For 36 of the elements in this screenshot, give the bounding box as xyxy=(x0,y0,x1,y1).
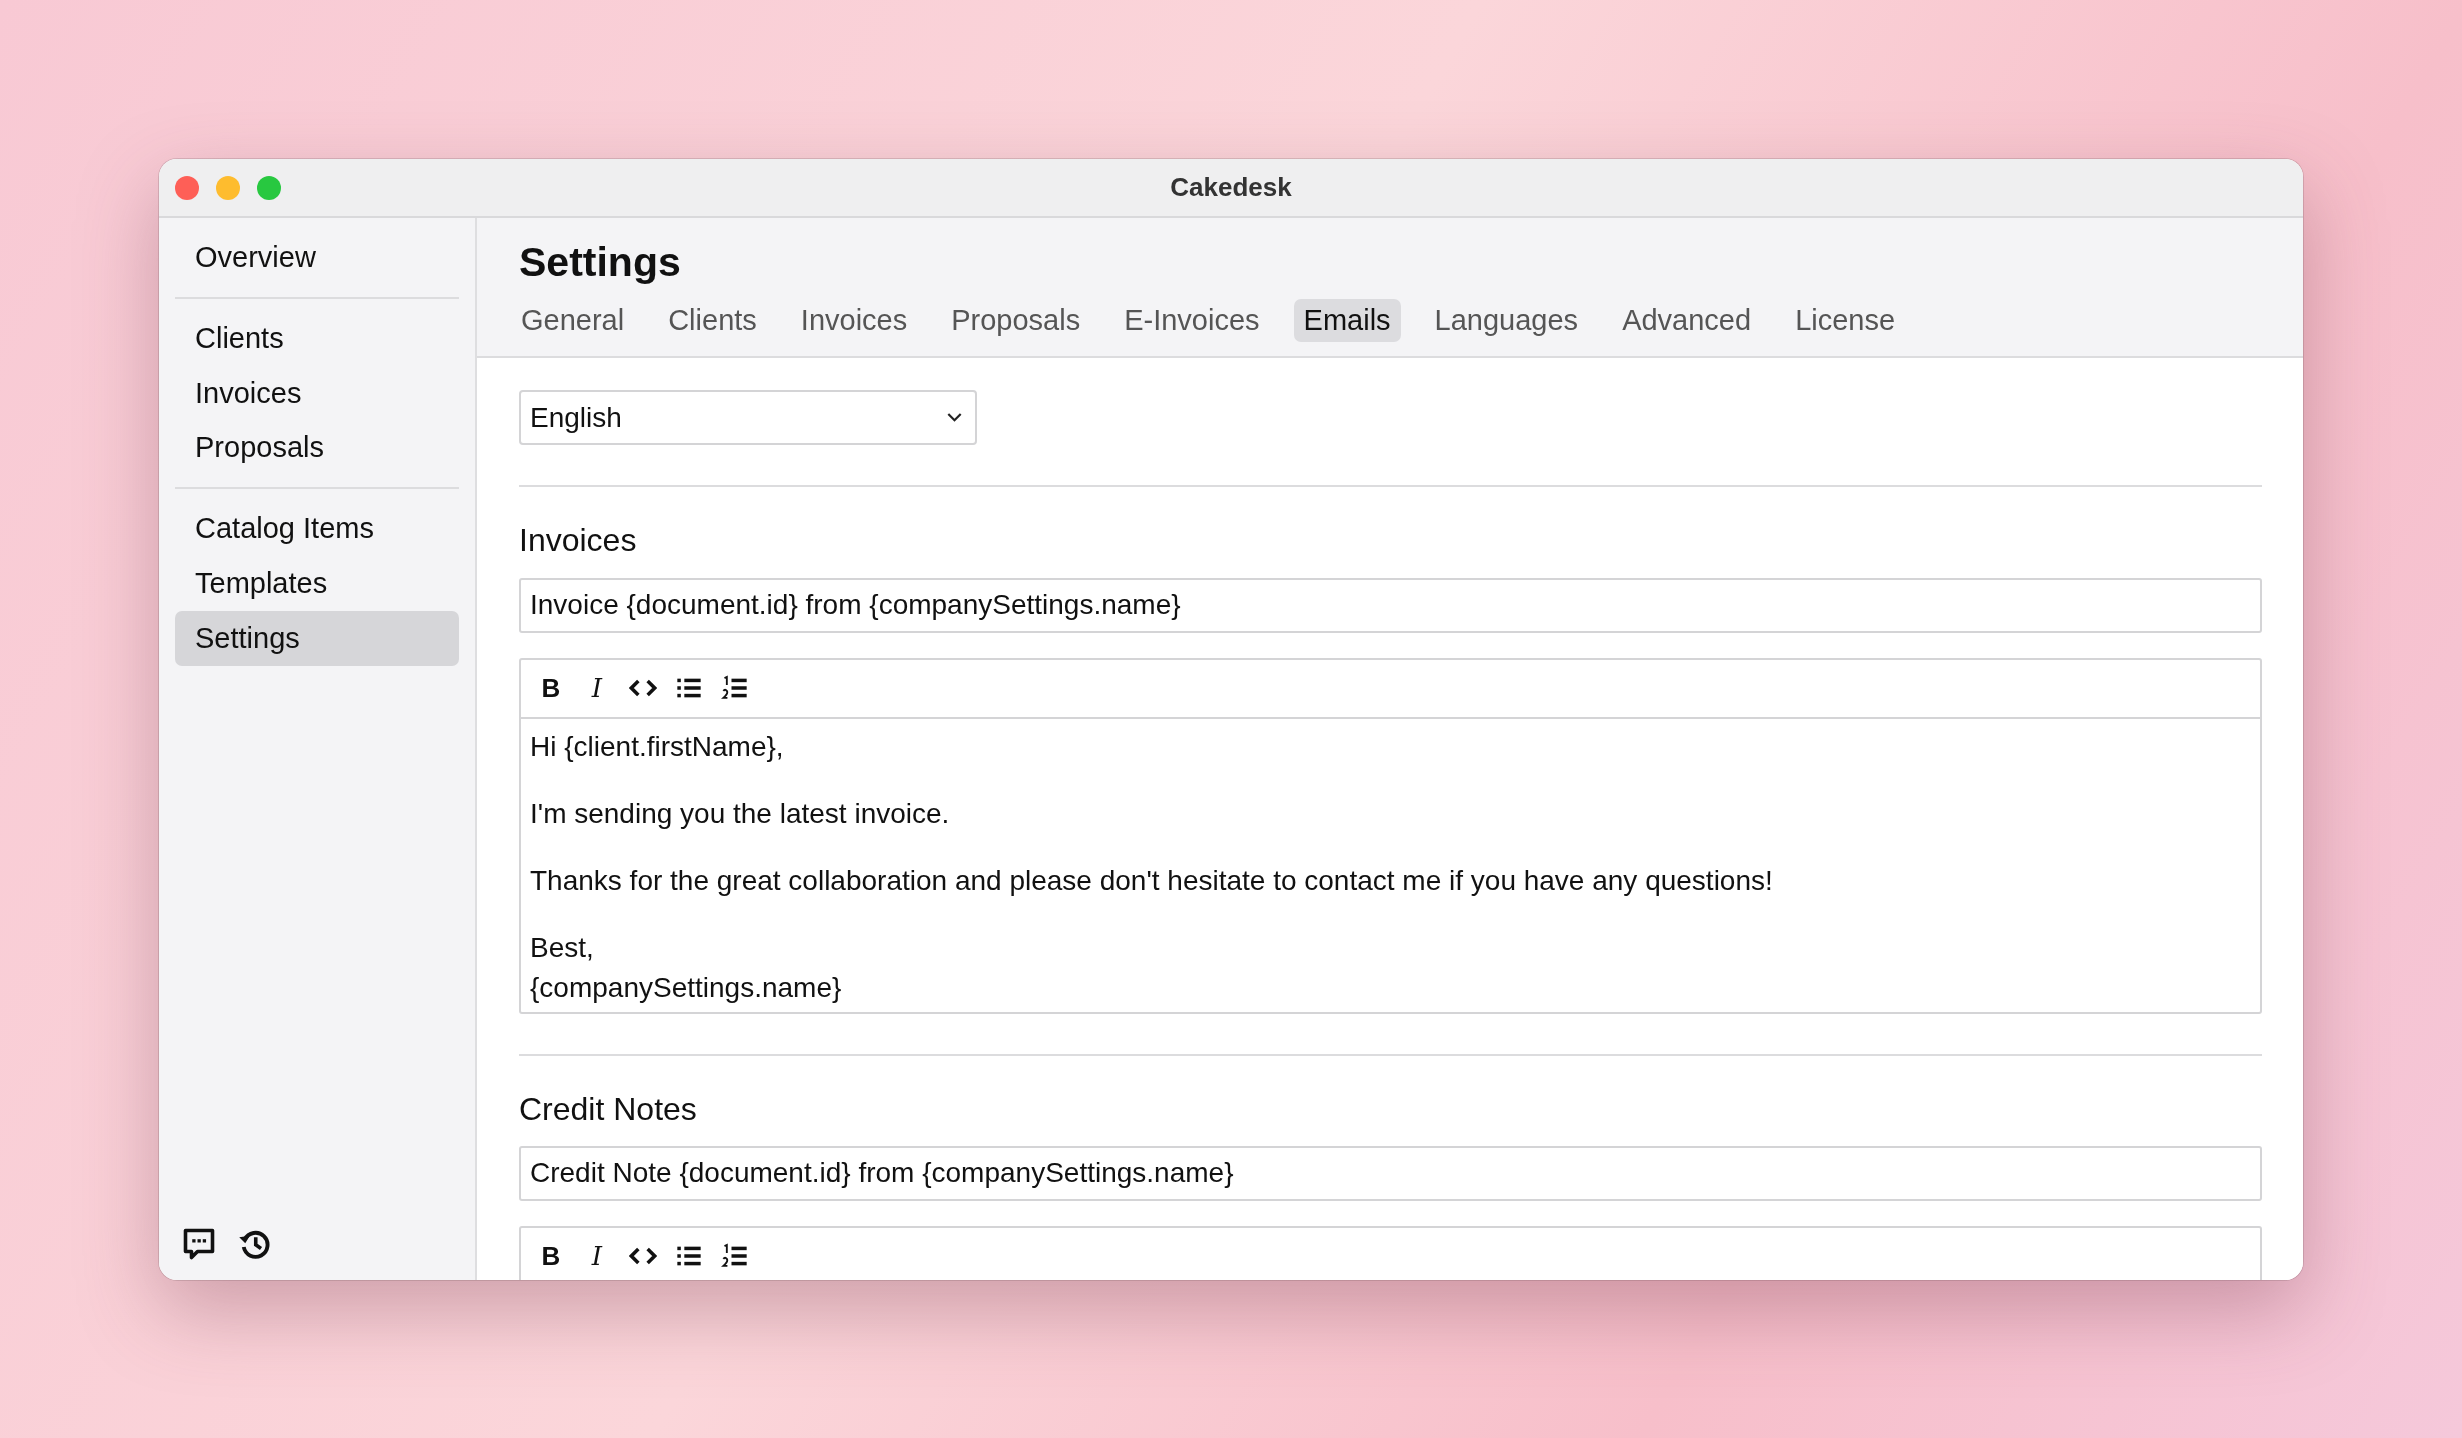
sidebar-item[interactable]: Overview xyxy=(175,230,459,285)
chat-bubble-icon[interactable] xyxy=(181,1226,217,1262)
chevron-down-icon xyxy=(946,412,963,424)
sidebar-item[interactable]: Clients xyxy=(175,310,459,366)
sidebar-item[interactable]: Settings xyxy=(175,610,459,666)
italic-button[interactable]: I xyxy=(583,673,611,704)
page-title: Settings xyxy=(519,238,682,287)
section-heading: Credit Notes xyxy=(519,1089,698,1128)
email-editor[interactable]: B I Hi {client.firstName}, I'm sending you the latest invoice. Thanks for the great collaboration and please don't hesitate to contact me if you have any questions! Best, {companySettings.name} xyxy=(519,657,2262,1014)
italic-button[interactable]: I xyxy=(583,1241,611,1272)
email-editor[interactable]: B I xyxy=(519,1225,2262,1280)
sidebar-item[interactable]: Catalog Items xyxy=(175,501,459,556)
tab[interactable]: E-Invoices xyxy=(1114,299,1270,343)
subject-field[interactable]: Credit Note {document.id} from {companySettings.name} xyxy=(519,1145,2262,1201)
email-paragraph: Best, {companySettings.name} xyxy=(530,930,843,1005)
subject-field[interactable]: Invoice {document.id} from {companySettings.name} xyxy=(519,577,2262,633)
tab[interactable]: License xyxy=(1785,299,1906,343)
bold-button[interactable]: B xyxy=(537,672,565,704)
email-paragraph: I'm sending you the latest invoice. xyxy=(530,796,951,831)
tab[interactable]: Proposals xyxy=(941,299,1091,343)
tab[interactable]: Emails xyxy=(1293,299,1401,343)
bold-button[interactable]: B xyxy=(537,1240,565,1272)
sidebar-item[interactable]: Invoices xyxy=(175,365,459,421)
tab[interactable]: General xyxy=(511,299,635,343)
window-title: Cakedesk xyxy=(1170,172,1292,203)
tab[interactable]: Invoices xyxy=(790,299,918,343)
tab[interactable]: Clients xyxy=(658,299,767,343)
language-select[interactable]: English xyxy=(519,390,977,446)
tab[interactable]: Advanced xyxy=(1612,299,1762,343)
sidebar-item[interactable]: Templates xyxy=(175,556,459,611)
close-button[interactable] xyxy=(175,175,199,200)
email-paragraph: Thanks for the great collaboration and please don't hesitate to contact me if you have any questions! xyxy=(530,863,1774,898)
sidebar-item[interactable]: Proposals xyxy=(175,420,459,476)
email-paragraph: Hi {client.firstName}, xyxy=(530,729,785,764)
tab[interactable]: Languages xyxy=(1424,299,1589,343)
section-heading: Invoices xyxy=(519,521,638,560)
